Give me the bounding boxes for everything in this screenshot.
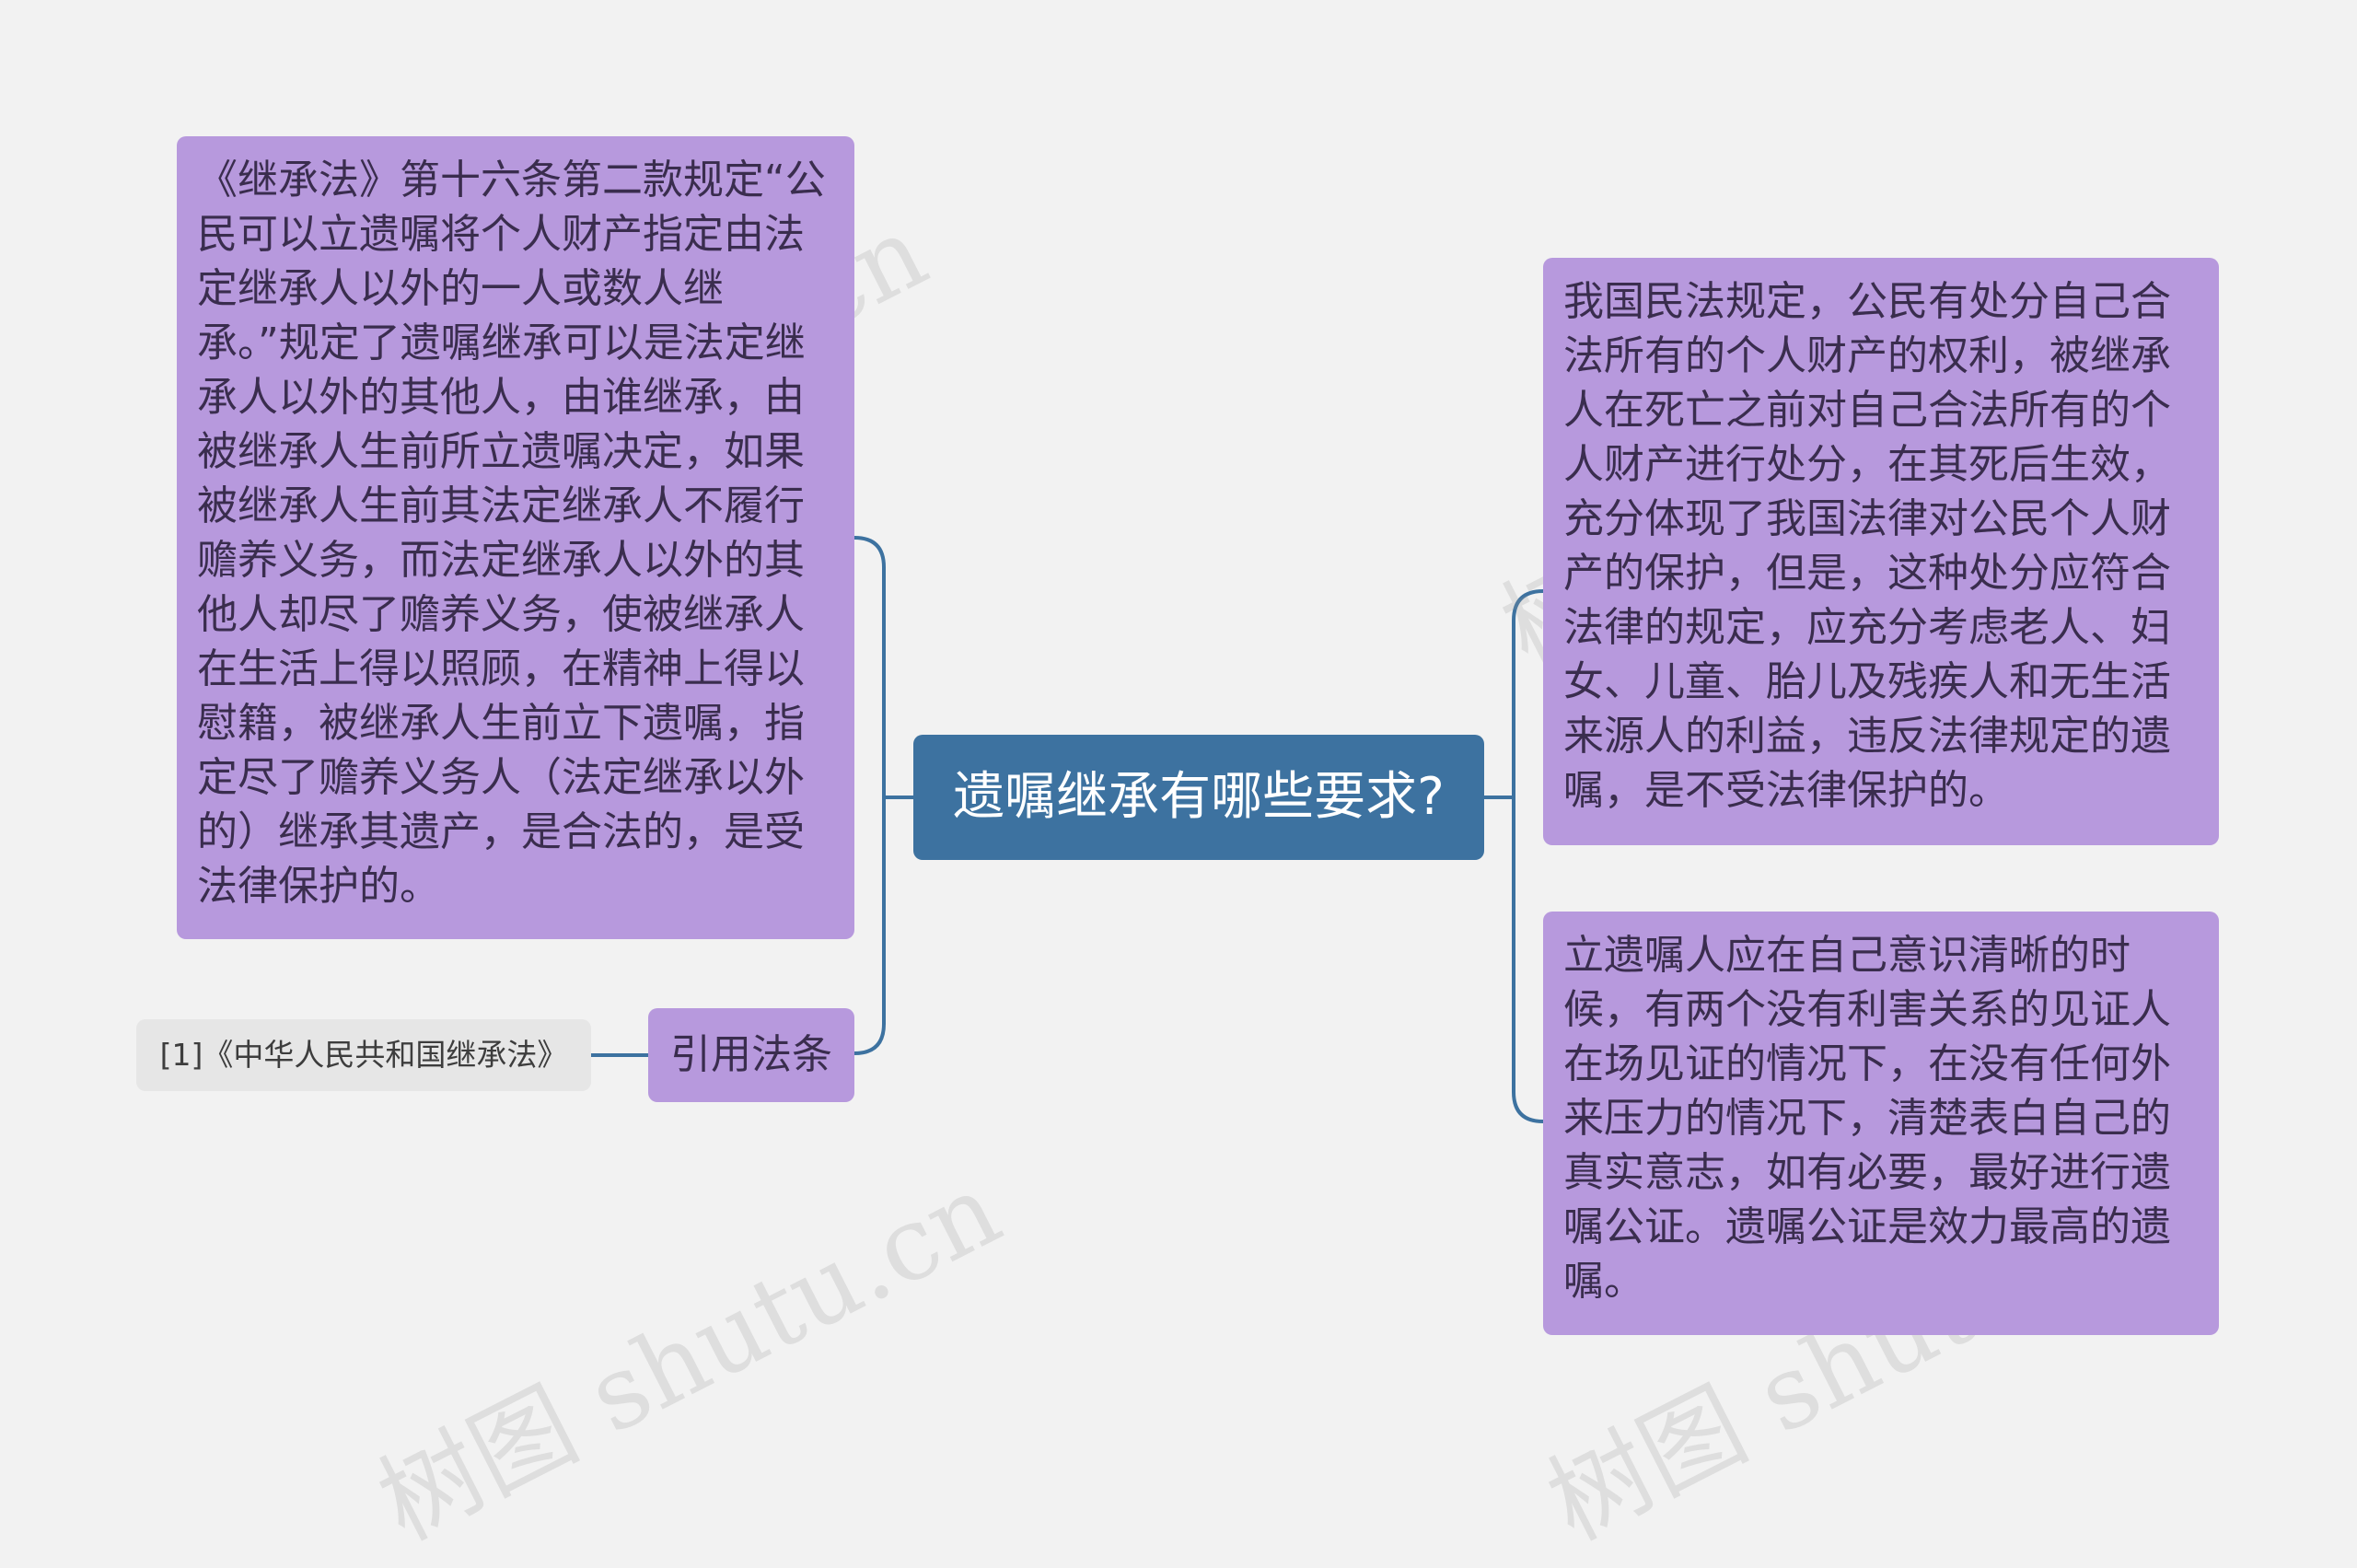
watermark: 树图 shutu.cn bbox=[360, 1150, 1018, 1563]
mindmap-canvas: 树图 shutu.cn 树图 shutu.cn 树图 shutu.cn 树图 s… bbox=[0, 0, 2357, 1562]
topic-right-bottom-text: 立遗嘱人应在自己意识清晰的时候，有两个没有利害关系的见证人在场见证的情况下，在没… bbox=[1563, 932, 2171, 1305]
reference-law-text: [1]《中华人民共和国继承法》 bbox=[159, 1037, 568, 1073]
topic-right-top-text: 我国民法规定，公民有处分自己合法所有的个人财产的权利，被继承人在死亡之前对自己合… bbox=[1563, 278, 2171, 814]
reference-law[interactable]: [1]《中华人民共和国继承法》 bbox=[136, 1019, 591, 1091]
topic-right-top[interactable]: 我国民法规定，公民有处分自己合法所有的个人财产的权利，被继承人在死亡之前对自己合… bbox=[1543, 258, 2219, 845]
central-topic[interactable]: 遗嘱继承有哪些要求? bbox=[913, 735, 1484, 860]
topic-left-detail-text: 《继承法》第十六条第二款规定“公民可以立遗嘱将个人财产指定由法定继承人以外的一人… bbox=[197, 157, 826, 910]
topic-right-bottom[interactable]: 立遗嘱人应在自己意识清晰的时候，有两个没有利害关系的见证人在场见证的情况下，在没… bbox=[1543, 912, 2219, 1335]
central-topic-text: 遗嘱继承有哪些要求? bbox=[953, 767, 1445, 827]
topic-citation-text: 引用法条 bbox=[670, 1031, 832, 1078]
connector-left-bracket bbox=[853, 536, 886, 1055]
topic-citation[interactable]: 引用法条 bbox=[648, 1008, 854, 1102]
topic-left-detail[interactable]: 《继承法》第十六条第二款规定“公民可以立遗嘱将个人财产指定由法定继承人以外的一人… bbox=[177, 136, 854, 939]
